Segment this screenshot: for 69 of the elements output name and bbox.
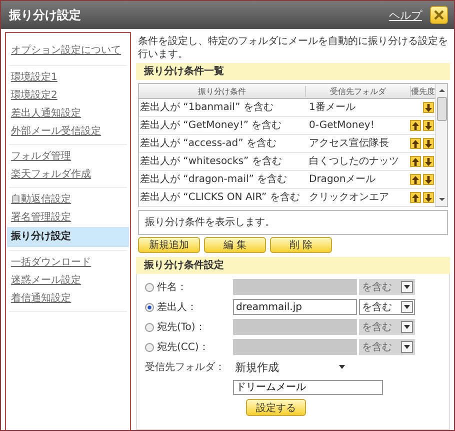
match-dropdown[interactable]: を含む [359, 299, 415, 315]
sidebar-item[interactable]: 振り分け設定 [7, 227, 129, 247]
field-label: 差出人： [157, 300, 197, 314]
sidebar-item[interactable]: フォルダ管理 [9, 150, 73, 164]
sidebar-item[interactable]: 環境設定2 [9, 89, 60, 103]
match-dropdown[interactable]: を含む [359, 319, 415, 335]
input-field[interactable]: ドリームメール [233, 380, 383, 394]
radio-button[interactable] [145, 282, 154, 292]
sidebar-item[interactable]: 着信通知設定 [9, 292, 73, 306]
column-header: 振り分け条件 [139, 86, 306, 96]
move-down-button[interactable] [423, 102, 434, 113]
folder-dropdown[interactable]: 新規作成 [233, 360, 351, 374]
column-header: 優先度 [411, 86, 436, 96]
action-button[interactable]: 削 除 [270, 237, 332, 253]
sidebar-item[interactable]: 一括ダウンロード [9, 256, 93, 270]
move-up-button[interactable] [410, 174, 421, 185]
table-cell-text: 差出人が “GetMoney!” を含む [139, 119, 283, 132]
close-button[interactable] [430, 6, 448, 24]
radio-button[interactable] [145, 342, 154, 352]
table-cell-text: 0-GetMoney! [308, 119, 376, 132]
sidebar-item[interactable]: 署名管理設定 [9, 211, 73, 225]
move-down-button[interactable] [423, 138, 434, 149]
dropdown-arrow-icon [339, 365, 345, 369]
table-cell-text: アクセス宣伝隊長 [308, 137, 390, 150]
move-down-button[interactable] [423, 156, 434, 167]
match-dropdown[interactable]: を含む [359, 279, 415, 295]
move-down-button[interactable] [423, 174, 434, 185]
radio-button[interactable] [145, 322, 154, 332]
input-field[interactable]: dreammail.jp [233, 299, 357, 315]
message-text: 振り分け条件を表示します。 [138, 210, 448, 235]
sidebar-item[interactable]: オプション設定について [9, 44, 123, 58]
table-cell-text: 差出人が “access-ad” を含む [139, 137, 278, 150]
window-title: 振り分け設定 [9, 6, 82, 24]
close-icon [433, 9, 445, 21]
sidebar-item[interactable]: 外部メール受信設定 [9, 125, 103, 139]
table-cell-text: 差出人が “whitesocks” を含む [139, 155, 283, 168]
move-up-button[interactable] [410, 138, 421, 149]
sidebar-item[interactable]: 環境設定1 [9, 71, 60, 85]
sidebar-item[interactable]: 自動返信設定 [9, 193, 73, 207]
radio-button[interactable] [145, 302, 154, 312]
move-up-button[interactable] [410, 156, 421, 167]
field-label: 宛先(CC)： [157, 340, 209, 354]
table-cell-text: クリックオンエア [308, 191, 390, 204]
field-label: 件名： [157, 281, 187, 294]
scrollbar[interactable] [435, 84, 447, 206]
sidebar-item[interactable]: 差出人通知設定 [9, 107, 83, 121]
sidebar-item[interactable]: 楽天フォルダ作成 [9, 168, 93, 182]
move-up-button[interactable] [410, 120, 421, 131]
table-cell-text: 差出人が “dragon-mail” を含む [139, 173, 288, 186]
field-label: 受信先フォルダ： [145, 360, 226, 374]
action-button[interactable]: 新規追加 [138, 237, 200, 253]
submit-button[interactable]: 設定する [246, 399, 306, 416]
description-text: 条件を設定し、特定のフォルダにメールを自動的に振り分ける設定を行います。 [138, 35, 448, 61]
section-heading: 振り分け条件一覧 [136, 63, 450, 80]
table-cell-text: 白くつしたのナッツ [308, 155, 400, 168]
move-down-button[interactable] [423, 192, 434, 203]
table-cell-text: 1番メール [308, 101, 356, 114]
section-heading: 振り分け条件設定 [136, 257, 450, 274]
sidebar-item[interactable]: 迷惑メール設定 [9, 274, 83, 288]
table-cell-text: 差出人が “1banmail” を含む [139, 101, 274, 114]
table-cell-text: 差出人が “CLICKS ON AIR” を含む [139, 191, 301, 204]
table-cell-text: Dragonメール [308, 173, 377, 186]
field-label: 宛先(To)： [157, 320, 206, 334]
column-header: 受信先フォルダ [306, 86, 411, 96]
move-down-button[interactable] [423, 120, 434, 131]
match-dropdown[interactable]: を含む [359, 339, 415, 355]
move-up-button[interactable] [410, 192, 421, 203]
action-button[interactable]: 編 集 [204, 237, 266, 253]
help-link[interactable]: ヘルプ [389, 8, 422, 22]
